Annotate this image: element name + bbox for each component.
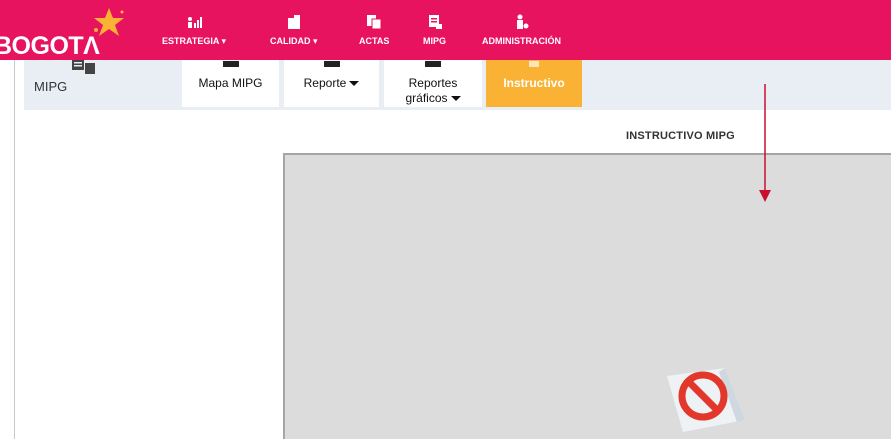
menu-actas-label: ACTAS bbox=[359, 36, 390, 46]
menu-administracion-label: ADMINISTRACIÓN bbox=[482, 36, 561, 46]
tab-reportes-graficos-line2: gráficos bbox=[405, 91, 448, 105]
menu-calidad-label: CALIDAD bbox=[270, 36, 311, 46]
left-border bbox=[14, 60, 15, 439]
chevron-down-icon: ▾ bbox=[221, 36, 227, 46]
bogota-logo[interactable]: BOGOTΛ bbox=[0, 8, 140, 60]
instructions-icon bbox=[529, 61, 539, 67]
section-label: MIPG bbox=[34, 79, 68, 94]
blocked-plugin-icon bbox=[667, 368, 745, 432]
form-icon bbox=[428, 15, 442, 29]
menu-estrategia[interactable]: ESTRATEGIA ▾ bbox=[162, 14, 226, 47]
tab-mapa-mipg[interactable]: Mapa MIPG bbox=[182, 60, 279, 107]
top-navigation-bar: BOGOTΛ ESTRATEGIA ▾ CALIDAD ▾ ACTAS MIPG… bbox=[0, 0, 891, 60]
map-icon bbox=[222, 61, 239, 67]
page-title: INSTRUCTIVO MIPG bbox=[626, 130, 735, 142]
document-viewer[interactable] bbox=[283, 153, 891, 439]
chevron-down-icon bbox=[349, 81, 360, 87]
mipg-section-icon bbox=[72, 60, 95, 74]
menu-actas[interactable]: ACTAS bbox=[359, 14, 389, 46]
tab-mapa-mipg-label: Mapa MIPG bbox=[198, 76, 263, 90]
chart-report-icon bbox=[425, 61, 441, 67]
document-icon bbox=[287, 15, 300, 29]
tab-reporte-label: Reporte bbox=[303, 76, 347, 90]
menu-calidad[interactable]: CALIDAD ▾ bbox=[270, 14, 318, 47]
down-arrow-icon bbox=[759, 84, 771, 202]
tab-instructivo-label: Instructivo bbox=[503, 76, 565, 90]
records-icon bbox=[367, 15, 382, 30]
menu-mipg[interactable]: MIPG bbox=[423, 14, 446, 46]
menu-administracion[interactable]: ADMINISTRACIÓN bbox=[482, 14, 561, 46]
tab-reportes-graficos-line1: Reportes bbox=[408, 76, 458, 90]
tab-reportes-graficos[interactable]: Reportes gráficos bbox=[384, 60, 482, 107]
chevron-down-icon: ▾ bbox=[313, 36, 318, 46]
admin-user-icon bbox=[516, 14, 528, 29]
tab-reporte[interactable]: Reporte bbox=[284, 60, 379, 107]
menu-estrategia-label: ESTRATEGIA bbox=[162, 36, 220, 46]
logo-text: BOGOTΛ bbox=[0, 32, 100, 60]
menu-mipg-label: MIPG bbox=[423, 36, 447, 46]
people-chart-icon bbox=[188, 17, 203, 28]
tab-instructivo[interactable]: Instructivo bbox=[486, 60, 582, 107]
chevron-down-icon bbox=[450, 96, 461, 102]
report-icon bbox=[323, 61, 340, 67]
